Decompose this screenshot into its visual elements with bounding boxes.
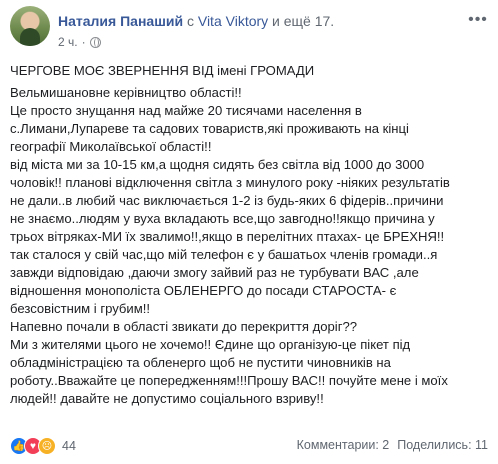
post-header: Наталия Панаший с Vita Viktory и ещё 17.…: [10, 6, 490, 50]
tagged-user-link[interactable]: Vita Viktory: [198, 13, 268, 29]
post-meta: 2 ч. ·: [58, 35, 101, 49]
reaction-count[interactable]: 44: [62, 439, 76, 453]
globe-icon[interactable]: [89, 36, 101, 48]
and-others-text[interactable]: и ещё 17.: [272, 13, 334, 29]
more-options-button[interactable]: •••: [466, 11, 490, 28]
post-body: ЧЕРГОВЕ МОЄ ЗВЕРНЕННЯ ВІД імені ГРОМАДИ …: [10, 62, 488, 408]
post-footer: 👍 ♥ ☹ 44 Комментарии: 2 Поделились: 11: [10, 437, 488, 457]
author-line: Наталия Панаший с Vita Viktory и ещё 17.: [58, 13, 334, 29]
angry-icon: ☹: [38, 437, 56, 455]
avatar[interactable]: [10, 6, 50, 46]
with-text: с: [186, 13, 194, 29]
comments-count-link[interactable]: Комментарии: 2: [297, 438, 390, 452]
author-name-link[interactable]: Наталия Панаший: [58, 13, 183, 29]
meta-separator: ·: [81, 35, 86, 49]
engagement-stats: Комментарии: 2 Поделились: 11: [297, 438, 488, 452]
post-text: Вельмишановне керівництво області!! Це п…: [10, 85, 450, 406]
post-timestamp[interactable]: 2 ч.: [58, 35, 78, 49]
ellipsis-icon: •••: [468, 11, 488, 28]
shares-count-link[interactable]: Поделились: 11: [397, 438, 488, 452]
reactions-summary[interactable]: 👍 ♥ ☹ 44: [10, 437, 76, 455]
post-heading: ЧЕРГОВЕ МОЄ ЗВЕРНЕННЯ ВІД імені ГРОМАДИ: [10, 63, 315, 78]
